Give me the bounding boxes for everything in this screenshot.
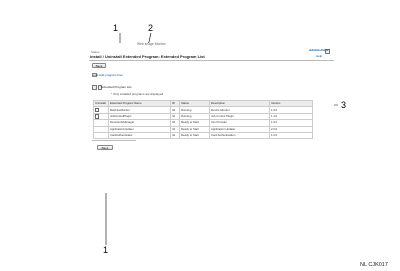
cell-id: 44 bbox=[170, 131, 180, 140]
callout-1-top: 1 bbox=[113, 23, 119, 33]
web-image-monitor-page: Web Image Monitor Administrator Status I… bbox=[89, 42, 334, 193]
figure-code: NL CJK017 bbox=[360, 262, 388, 268]
list-caption: Extended Program List bbox=[101, 85, 132, 89]
callout-1-bottom: 1 bbox=[103, 245, 109, 255]
back-button-bottom[interactable]: Back bbox=[97, 145, 113, 150]
extended-program-table: Uninstall Extended Program Name ID Statu… bbox=[93, 99, 313, 140]
back-button-top[interactable]: Back bbox=[92, 63, 106, 68]
title-bar: Install / Uninstall Extended Program: Ex… bbox=[89, 54, 334, 61]
add-program-link[interactable]: Add program from bbox=[99, 74, 123, 77]
uninstall-checkbox[interactable] bbox=[95, 107, 100, 113]
help-link[interactable]: Help bbox=[316, 55, 322, 58]
list-note: * Only installed programs are displayed bbox=[111, 92, 164, 96]
cell-status: Ready to Start bbox=[179, 131, 210, 140]
header-admin-link[interactable]: Administrator bbox=[309, 49, 329, 52]
callout-2-top: 2 bbox=[148, 23, 154, 33]
uninstall-checkbox[interactable] bbox=[95, 114, 100, 119]
footer-divider bbox=[92, 140, 136, 141]
page-title: Install / Uninstall Extended Program: Ex… bbox=[90, 54, 205, 59]
cell-version: 1.0.0 bbox=[269, 131, 313, 140]
add-button[interactable]: Add bbox=[92, 73, 98, 77]
cell-description: Card Authentication bbox=[209, 131, 270, 140]
callout-3-right: 3 bbox=[341, 100, 347, 110]
table-row: CardAuthenticator 44 Ready to Start Card… bbox=[93, 131, 313, 140]
window-title: Web Image Monitor bbox=[137, 42, 166, 46]
cell-name: CardAuthenticator bbox=[108, 131, 171, 140]
list-icon bbox=[92, 85, 97, 90]
